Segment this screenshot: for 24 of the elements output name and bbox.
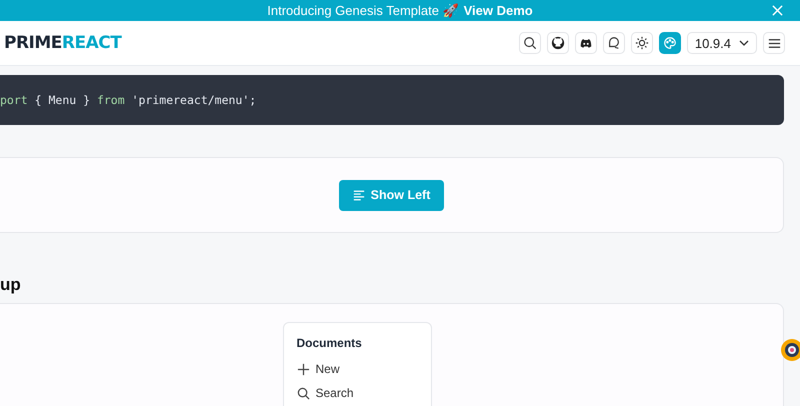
menu-group-title: Documents xyxy=(296,336,363,350)
search-icon xyxy=(296,386,310,400)
search-icon xyxy=(522,36,537,50)
search-button[interactable] xyxy=(518,32,541,54)
chat-bubble-icon xyxy=(606,36,621,50)
menu-button[interactable] xyxy=(763,32,785,54)
logo[interactable]: PRIMEREACT xyxy=(4,33,122,53)
section-heading: up xyxy=(0,275,22,296)
menu-item[interactable]: New xyxy=(296,362,430,376)
palette-icon xyxy=(662,36,677,50)
close-icon[interactable] xyxy=(772,5,783,16)
banner-text: Introducing Genesis Template 🚀 xyxy=(267,3,459,18)
plus-icon xyxy=(296,362,310,376)
sun-icon xyxy=(634,36,649,50)
version-dropdown[interactable]: 10.9.4 xyxy=(686,32,757,54)
chat-button[interactable] xyxy=(602,32,625,54)
palette-button[interactable] xyxy=(658,32,681,54)
code-line: port { Menu } from 'primereact/menu'; xyxy=(0,93,256,107)
chevron-down-icon xyxy=(739,40,749,46)
align-left-icon xyxy=(352,190,365,200)
discord-button[interactable] xyxy=(574,32,597,54)
menu-item[interactable]: Search xyxy=(296,386,430,400)
sun-button[interactable] xyxy=(630,32,653,54)
github-button[interactable] xyxy=(546,32,569,54)
